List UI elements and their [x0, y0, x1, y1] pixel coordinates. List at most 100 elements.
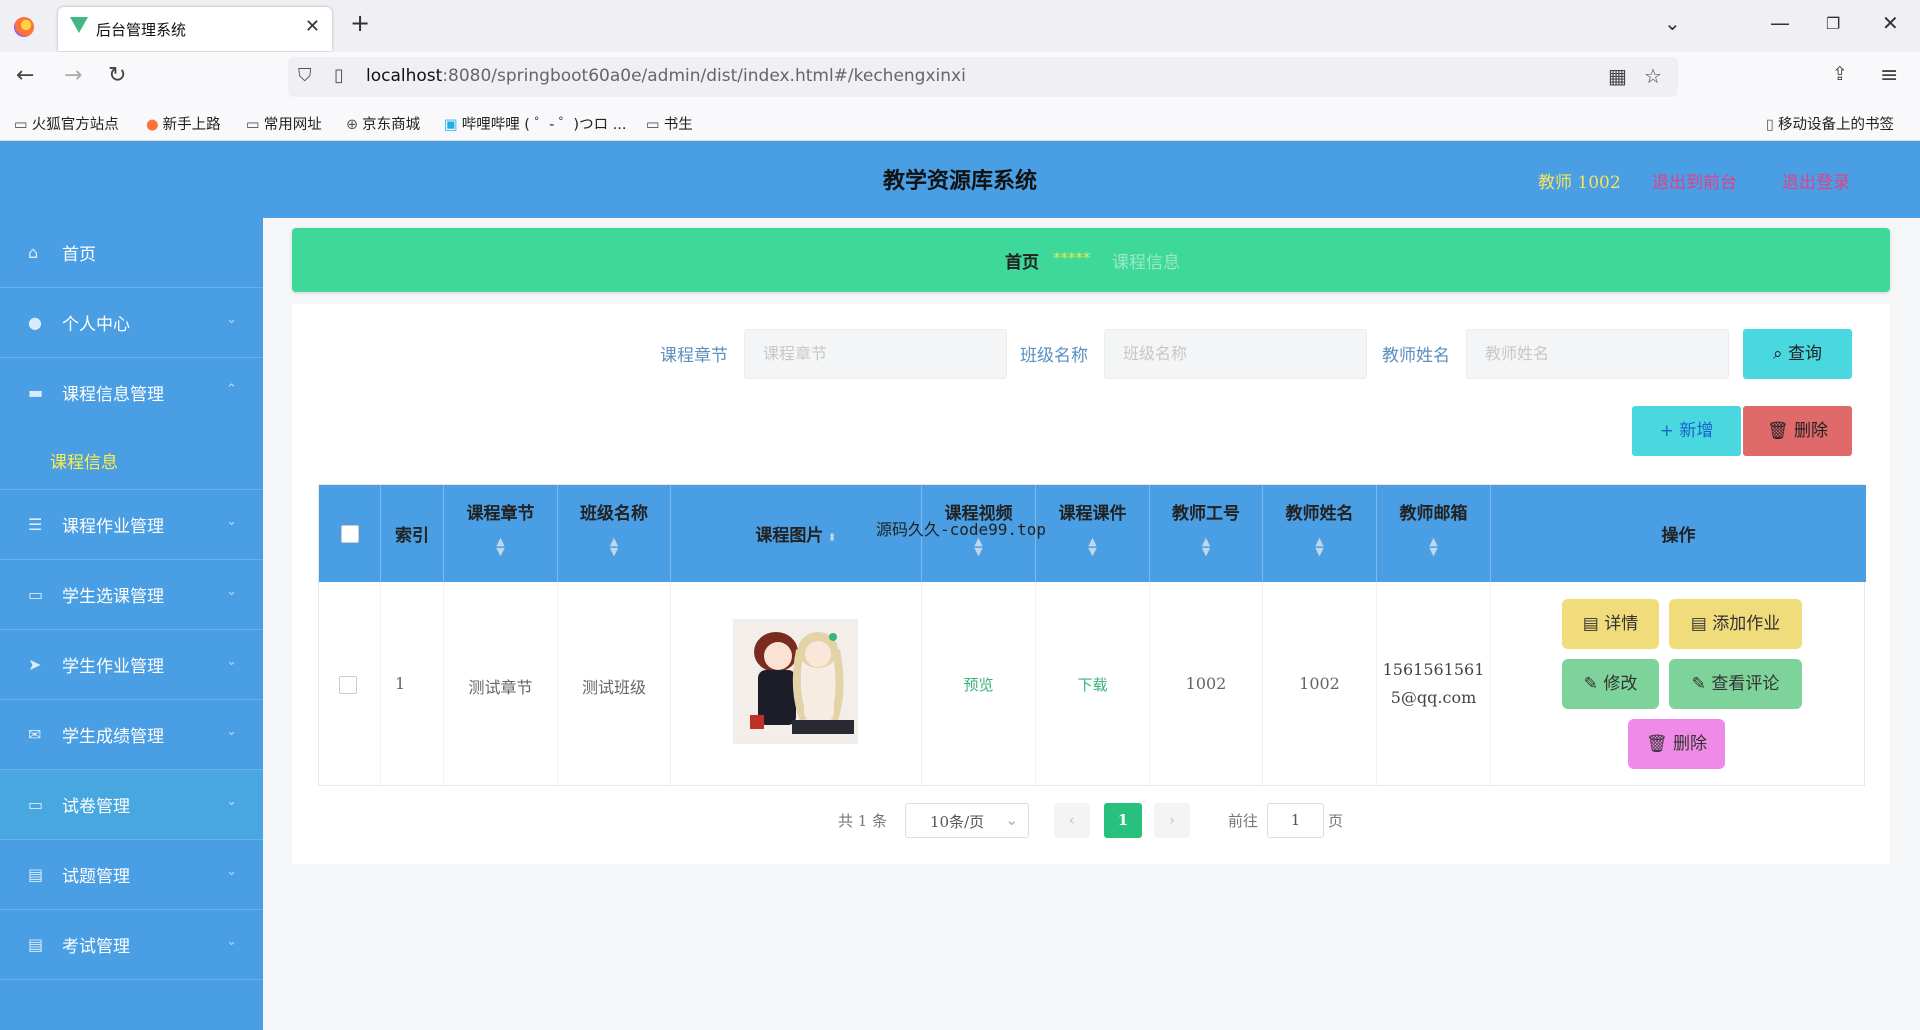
- cell-teacher-name: 1002: [1263, 582, 1377, 787]
- header-courseware[interactable]: 课程课件 ▲ ▼: [1036, 485, 1150, 582]
- sidebar: ⌂ 首页 ● 个人中心 ⌄ ▬ 课程信息管理 ⌃ 课程信息 ☰ 课程作业管理 ⌄…: [0, 218, 263, 1030]
- header-teacher-email[interactable]: 教师邮箱 ▲ ▼: [1377, 485, 1491, 582]
- sidebar-item-student-homework-mgmt[interactable]: ➤ 学生作业管理 ⌄: [0, 630, 263, 700]
- tab-bar: 后台管理系统 ✕ + ⌄ — ❐ ✕: [0, 0, 1920, 52]
- sort-icon[interactable]: ▲ ▼: [1150, 536, 1262, 557]
- chapter-search-input[interactable]: 课程章节: [744, 329, 1007, 379]
- query-button[interactable]: ⌕ 查询: [1743, 329, 1852, 379]
- bookmark-item[interactable]: ▭ 常用网址: [246, 113, 322, 134]
- bookmark-item[interactable]: ⊕ 京东商城: [346, 113, 420, 134]
- sidebar-item-exam-mgmt[interactable]: ▤ 考试管理 ⌄: [0, 910, 263, 980]
- bookmark-item[interactable]: ▣ 哔哩哔哩 ( ゜- ゜)つロ ...: [444, 113, 627, 134]
- folder-icon: ▭: [14, 117, 28, 133]
- chapter-label: 课程章节: [660, 346, 728, 366]
- tab-title: 后台管理系统: [96, 21, 187, 39]
- sidebar-item-label: 课程信息管理: [62, 385, 164, 405]
- bookmark-item[interactable]: ▭ 书生: [646, 113, 693, 134]
- bookmark-item[interactable]: ▭ 火狐官方站点: [14, 113, 119, 134]
- download-link[interactable]: 下载: [1036, 674, 1149, 695]
- bilibili-icon: ▣: [444, 117, 458, 133]
- add-button[interactable]: + 新增: [1632, 406, 1741, 456]
- new-tab-icon[interactable]: +: [350, 9, 370, 37]
- goto-page-input[interactable]: 1: [1267, 803, 1324, 838]
- bookmark-star-icon[interactable]: ☆: [1644, 64, 1662, 88]
- page-icon[interactable]: ▯: [334, 65, 344, 86]
- reload-icon[interactable]: ↻: [108, 63, 126, 88]
- header-chapter[interactable]: 课程章节 ▲ ▼: [444, 485, 558, 582]
- browser-tab[interactable]: 后台管理系统 ✕: [58, 7, 332, 51]
- sidebar-item-label: 考试管理: [62, 937, 130, 957]
- trash-icon: 🗑: [1646, 734, 1673, 754]
- view-comments-button[interactable]: ✎ 查看评论: [1669, 659, 1802, 709]
- restore-icon[interactable]: ❐: [1826, 14, 1840, 33]
- sidebar-item-question-mgmt[interactable]: ▤ 试题管理 ⌄: [0, 840, 263, 910]
- monitor-icon: ▭: [28, 585, 44, 604]
- sidebar-item-course-selection-mgmt[interactable]: ▭ 学生选课管理 ⌄: [0, 560, 263, 630]
- header-teacher-id[interactable]: 教师工号 ▲ ▼: [1150, 485, 1263, 582]
- detail-button[interactable]: ▤ 详情: [1562, 599, 1659, 649]
- batch-delete-button[interactable]: 🗑 删除: [1743, 406, 1852, 456]
- page-size-select[interactable]: 10条/页 ⌄: [905, 803, 1029, 838]
- shield-icon[interactable]: ⛉: [298, 65, 312, 86]
- back-icon[interactable]: ←: [16, 63, 34, 88]
- close-tab-icon[interactable]: ✕: [305, 16, 320, 37]
- qr-code-icon[interactable]: ▦: [1608, 64, 1627, 88]
- preview-link[interactable]: 预览: [922, 674, 1035, 695]
- header-class[interactable]: 班级名称 ▲ ▼: [558, 485, 671, 582]
- add-homework-button[interactable]: ▤ 添加作业: [1669, 599, 1802, 649]
- teacher-search-input[interactable]: 教师姓名: [1466, 329, 1729, 379]
- sort-icon[interactable]: ⬍: [827, 531, 836, 544]
- teacher-label: 教师姓名: [1382, 346, 1450, 366]
- sort-icon[interactable]: ▲ ▼: [922, 536, 1035, 557]
- sidebar-item-label: 试卷管理: [62, 797, 130, 817]
- row-delete-button[interactable]: 🗑 删除: [1628, 719, 1725, 769]
- row-select-cell: [319, 582, 381, 787]
- row-checkbox[interactable]: [339, 676, 357, 694]
- sidebar-item-grades-mgmt[interactable]: ✉ 学生成绩管理 ⌄: [0, 700, 263, 770]
- url-text[interactable]: localhost:8080/springboot60a0e/admin/dis…: [366, 66, 966, 86]
- sidebar-item-paper-mgmt[interactable]: ▭ 试卷管理 ⌄: [0, 770, 263, 840]
- edit-button[interactable]: ✎ 修改: [1562, 659, 1659, 709]
- close-window-icon[interactable]: ✕: [1882, 11, 1899, 35]
- table-header: 索引 课程章节 ▲ ▼ 班级名称 ▲ ▼ 课程图片 ⬍ 课程视频 ▲ ▼ 课程课件 ▲ ▼ 教师工…: [319, 485, 1866, 582]
- breadcrumb-home[interactable]: 首页: [1005, 248, 1039, 273]
- sidebar-item-profile[interactable]: ● 个人中心 ⌄: [0, 288, 263, 358]
- prev-page-button[interactable]: ‹: [1054, 803, 1090, 838]
- sidebar-item-home[interactable]: ⌂ 首页: [0, 218, 263, 288]
- monitor-icon: ▭: [28, 795, 44, 814]
- bookmark-item[interactable]: ● 新手上路: [146, 113, 221, 134]
- sort-icon[interactable]: ▲ ▼: [558, 536, 670, 557]
- sort-icon[interactable]: ▲ ▼: [444, 536, 557, 557]
- user-icon: ●: [28, 313, 42, 332]
- page-number-current[interactable]: 1: [1104, 803, 1142, 838]
- sidebar-item-homework-mgmt[interactable]: ☰ 课程作业管理 ⌄: [0, 490, 263, 560]
- next-page-button[interactable]: ›: [1154, 803, 1190, 838]
- logout-link[interactable]: 退出登录: [1782, 168, 1850, 193]
- header-index[interactable]: 索引: [381, 485, 444, 582]
- sort-icon[interactable]: ▲ ▼: [1036, 536, 1149, 557]
- menu-icon[interactable]: ≡: [1880, 63, 1898, 88]
- sidebar-item-course-info-mgmt[interactable]: ▬ 课程信息管理 ⌃: [0, 358, 263, 430]
- minimize-icon[interactable]: —: [1770, 11, 1790, 35]
- extensions-icon[interactable]: ⇪: [1832, 63, 1848, 85]
- goto-label: 前往: [1228, 812, 1259, 830]
- forward-icon[interactable]: →: [64, 63, 82, 88]
- mobile-bookmarks[interactable]: ▯ 移动设备上的书签: [1766, 113, 1894, 134]
- cell-index: 1: [381, 582, 444, 787]
- sidebar-item-label: 课程作业管理: [62, 517, 164, 537]
- nav-bar: ← → ↻ ⛉ ▯ localhost:8080/springboot60a0e…: [0, 52, 1920, 104]
- tab-list-icon[interactable]: ⌄: [1664, 11, 1681, 35]
- sort-icon[interactable]: ▲ ▼: [1263, 536, 1376, 557]
- firefox-icon[interactable]: [14, 17, 34, 37]
- sidebar-subitem-course-info[interactable]: 课程信息: [0, 430, 263, 490]
- back-to-front-link[interactable]: 退出到前台: [1652, 168, 1737, 193]
- folder-icon: ▭: [246, 117, 260, 133]
- url-bar[interactable]: ⛉ ▯ localhost:8080/springboot60a0e/admin…: [288, 57, 1678, 97]
- select-all-checkbox[interactable]: [341, 525, 359, 543]
- header-teacher-name[interactable]: 教师姓名 ▲ ▼: [1263, 485, 1377, 582]
- sort-icon[interactable]: ▲ ▼: [1377, 536, 1490, 557]
- system-title: 教学资源库系统: [882, 168, 1037, 194]
- cell-teacher-email: 1561561561 5@qq.com: [1377, 582, 1491, 787]
- class-search-input[interactable]: 班级名称: [1104, 329, 1367, 379]
- course-thumbnail[interactable]: [733, 619, 858, 744]
